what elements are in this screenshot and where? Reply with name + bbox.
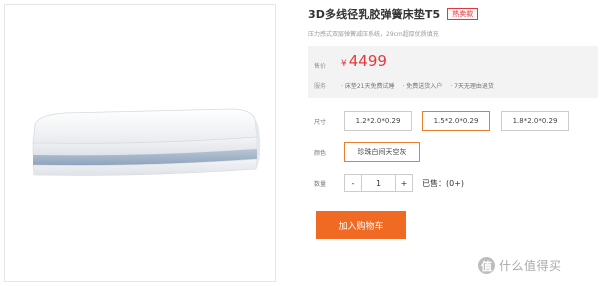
- price-label: 售价: [314, 63, 327, 70]
- product-subtitle: 压力感式双层弹簧减压系统，29cm超厚优质填充: [308, 31, 439, 38]
- quantity-minus-button[interactable]: -: [344, 174, 362, 192]
- color-option-pearl-white-sky-gray[interactable]: 珍珠白间天空灰: [344, 142, 420, 162]
- watermark: 值 什么值得买: [478, 257, 562, 274]
- price-currency: ¥: [341, 59, 347, 69]
- add-to-cart-button[interactable]: 加入购物车: [316, 211, 406, 239]
- watermark-logo-icon: 值: [478, 257, 495, 274]
- size-label: 尺寸: [314, 119, 327, 126]
- title-row: 3D多线径乳胶弹簧床垫T5 热卖款: [308, 6, 479, 22]
- price-value: ¥ 4499: [341, 52, 387, 70]
- quantity-input[interactable]: 1: [361, 174, 396, 192]
- color-label: 颜色: [314, 150, 327, 157]
- hot-badge: 热卖款: [447, 8, 479, 20]
- quantity-label: 数量: [314, 181, 327, 188]
- service-item-trial: · 床垫21天免费试睡: [341, 83, 395, 90]
- sold-count: 已售：(0+): [422, 179, 465, 188]
- mattress-image: [32, 108, 261, 176]
- product-title: 3D多线径乳胶弹簧床垫T5: [308, 8, 441, 21]
- size-option-1-2[interactable]: 1.2*2.0*0.29: [344, 111, 412, 131]
- quantity-plus-button[interactable]: +: [395, 174, 413, 192]
- price-amount: 4499: [348, 52, 387, 70]
- service-items: · 床垫21天免费试睡 · 免费送货入户 · 7天无理由退货: [341, 81, 494, 90]
- product-info-panel: 3D多线径乳胶弹簧床垫T5 热卖款 压力感式双层弹簧减压系统，29cm超厚优质填…: [308, 0, 598, 286]
- price-box: 售价 ¥ 4499 服务 · 床垫21天免费试睡 · 免费送货入户 · 7天无理…: [308, 46, 598, 98]
- product-image-frame: [4, 4, 276, 282]
- watermark-text: 什么值得买: [499, 259, 562, 273]
- service-item-delivery: · 免费送货入户: [402, 83, 443, 90]
- service-item-return: · 7天无理由退货: [450, 83, 494, 90]
- size-option-1-8[interactable]: 1.8*2.0*0.29: [501, 111, 569, 131]
- service-label: 服务: [314, 83, 327, 90]
- size-option-1-5[interactable]: 1.5*2.0*0.29: [422, 111, 490, 131]
